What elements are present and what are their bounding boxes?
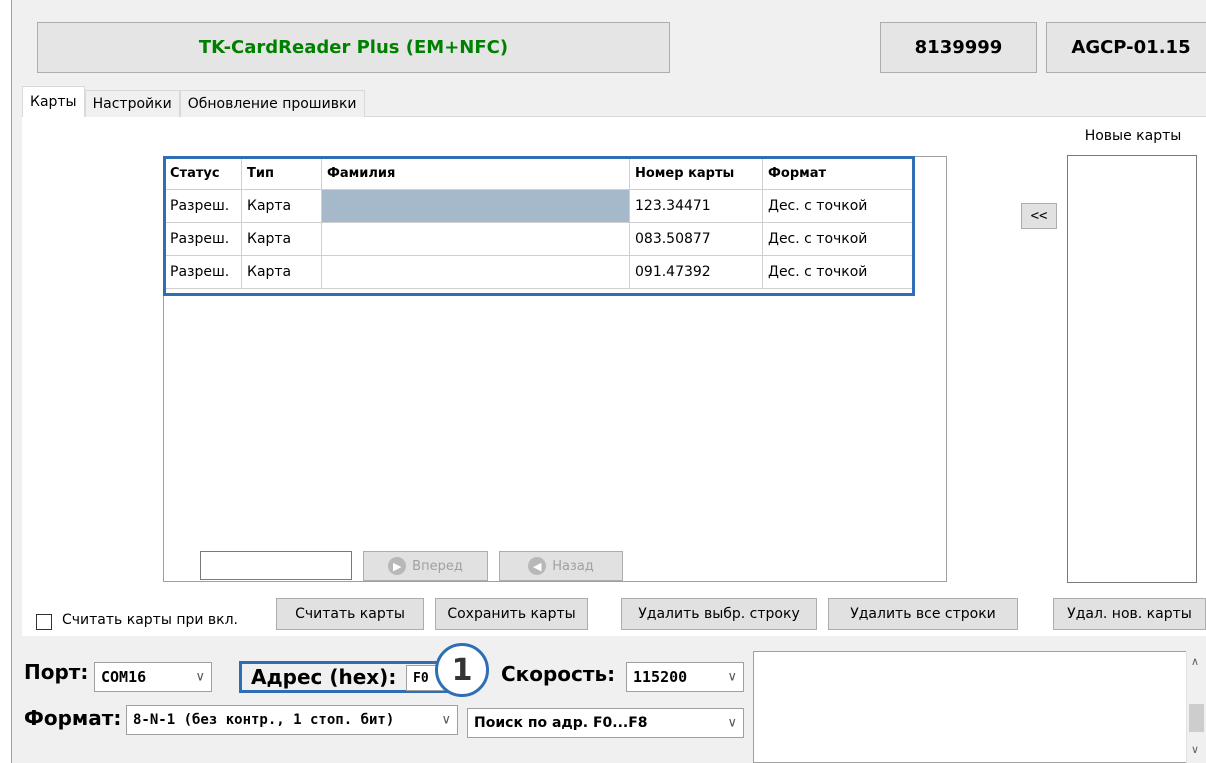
cell-surname[interactable] — [321, 222, 630, 256]
read-on-start-checkbox[interactable] — [36, 614, 52, 630]
forward-label: Вперед — [412, 558, 463, 574]
column-header-status[interactable]: Статус — [164, 157, 242, 190]
column-header-format[interactable]: Формат — [762, 157, 915, 190]
forward-arrow-icon: ▶ — [388, 557, 407, 575]
scroll-down-icon[interactable]: ∨ — [1191, 743, 1199, 756]
back-label: Назад — [552, 558, 594, 574]
format-label: Формат: — [24, 706, 122, 730]
delete-all-rows-button[interactable]: Удалить все строки — [828, 598, 1018, 630]
column-header-type[interactable]: Тип — [241, 157, 322, 190]
address-value: F0 — [413, 670, 429, 686]
port-value: COM16 — [101, 668, 147, 686]
read-on-start-label: Считать карты при вкл. — [62, 612, 239, 628]
address-label: Адрес (hex): — [251, 665, 397, 689]
chevron-down-icon: ∨ — [441, 712, 451, 728]
cell-surname[interactable] — [321, 255, 630, 289]
search-value: Поиск по адр. F0...F8 — [474, 715, 648, 731]
format-value: 8-N-1 (без контр., 1 стоп. бит) — [133, 712, 395, 728]
serial-label: 8139999 — [914, 37, 1003, 58]
port-select[interactable]: COM16 ∨ — [94, 662, 212, 692]
new-cards-list[interactable] — [1067, 155, 1197, 583]
marker-badge: 1 — [435, 643, 489, 697]
cell-status[interactable]: Разреш. — [164, 255, 242, 289]
read-cards-label: Считать карты — [295, 606, 405, 622]
table-row[interactable]: Разреш. Карта 091.47392 Дес. с точкой — [164, 255, 915, 289]
speed-select[interactable]: 115200 ∨ — [626, 662, 744, 692]
cell-card-number[interactable]: 123.34471 — [629, 189, 763, 223]
cards-table: Статус Тип Фамилия Номер карты Формат Ра… — [164, 157, 915, 289]
scroll-up-icon[interactable]: ∧ — [1191, 655, 1199, 668]
tab-cards[interactable]: Карты — [22, 86, 85, 117]
cell-status[interactable]: Разреш. — [164, 189, 242, 223]
speed-value: 115200 — [633, 668, 688, 686]
cell-format[interactable]: Дес. с точкой — [762, 222, 915, 256]
cell-format[interactable]: Дес. с точкой — [762, 189, 915, 223]
port-label: Порт: — [24, 660, 89, 684]
back-button[interactable]: ◀ Назад — [499, 551, 623, 581]
table-header-row: Статус Тип Фамилия Номер карты Формат — [164, 157, 915, 190]
chevron-down-icon: ∨ — [195, 669, 205, 685]
save-cards-label: Сохранить карты — [447, 606, 576, 622]
cards-table-wrap: Статус Тип Фамилия Номер карты Формат Ра… — [164, 157, 915, 289]
speed-label: Скорость: — [501, 662, 616, 686]
firmware-button[interactable]: AGCP-01.15 — [1046, 22, 1206, 73]
format-select[interactable]: 8-N-1 (без контр., 1 стоп. бит) ∨ — [126, 705, 458, 735]
log-output[interactable] — [753, 651, 1206, 763]
firmware-label: AGCP-01.15 — [1071, 37, 1191, 58]
delete-selected-row-label: Удалить выбр. строку — [638, 606, 800, 622]
tab-settings-label: Настройки — [92, 96, 172, 112]
forward-button[interactable]: ▶ Вперед — [363, 551, 488, 581]
table-row[interactable]: Разреш. Карта 123.34471 Дес. с точкой — [164, 189, 915, 223]
page-input[interactable] — [200, 551, 352, 580]
table-row[interactable]: Разреш. Карта 083.50877 Дес. с точкой — [164, 222, 915, 256]
cell-status[interactable]: Разреш. — [164, 222, 242, 256]
marker-number: 1 — [451, 652, 473, 688]
cell-format[interactable]: Дес. с точкой — [762, 255, 915, 289]
tab-firmware-update-label: Обновление прошивки — [187, 96, 357, 112]
column-header-card-number[interactable]: Номер карты — [629, 157, 763, 190]
cell-type[interactable]: Карта — [241, 222, 322, 256]
back-arrow-icon: ◀ — [528, 557, 547, 575]
transfer-cards-label: << — [1030, 208, 1048, 224]
new-cards-title: Новые карты — [1084, 128, 1182, 144]
cell-surname[interactable] — [321, 189, 630, 223]
cell-card-number[interactable]: 083.50877 — [629, 222, 763, 256]
chevron-down-icon: ∨ — [727, 715, 737, 731]
delete-all-rows-label: Удалить все строки — [850, 606, 996, 622]
delete-new-cards-button[interactable]: Удал. нов. карты — [1053, 598, 1206, 630]
cell-card-number[interactable]: 091.47392 — [629, 255, 763, 289]
tab-settings[interactable]: Настройки — [84, 90, 180, 117]
column-header-surname[interactable]: Фамилия — [321, 157, 630, 190]
cell-type[interactable]: Карта — [241, 255, 322, 289]
scroll-thumb[interactable] — [1189, 704, 1204, 732]
tab-strip: Карты Настройки Обновление прошивки — [22, 86, 365, 117]
transfer-cards-button[interactable]: << — [1021, 203, 1057, 229]
tab-firmware-update[interactable]: Обновление прошивки — [179, 90, 365, 117]
chevron-down-icon: ∨ — [727, 669, 737, 685]
read-cards-button[interactable]: Считать карты — [276, 598, 424, 630]
search-select[interactable]: Поиск по адр. F0...F8 ∨ — [467, 708, 744, 738]
delete-new-cards-label: Удал. нов. карты — [1067, 606, 1192, 622]
serial-button[interactable]: 8139999 — [880, 22, 1037, 73]
device-name-label: TK-CardReader Plus (EM+NFC) — [198, 37, 509, 58]
cell-type[interactable]: Карта — [241, 189, 322, 223]
tab-cards-label: Карты — [30, 94, 77, 110]
device-name-button[interactable]: TK-CardReader Plus (EM+NFC) — [37, 22, 670, 73]
log-scrollbar[interactable]: ∧ ∨ — [1186, 651, 1206, 763]
save-cards-button[interactable]: Сохранить карты — [435, 598, 588, 630]
delete-selected-row-button[interactable]: Удалить выбр. строку — [621, 598, 817, 630]
